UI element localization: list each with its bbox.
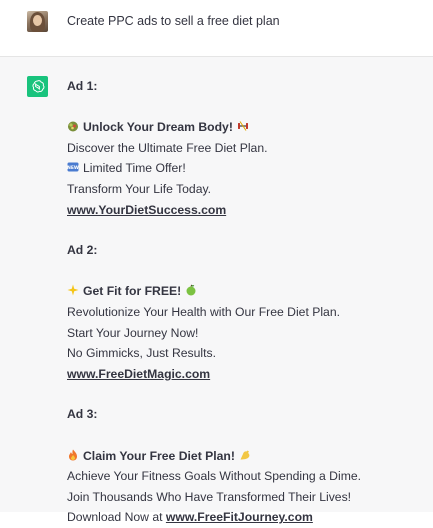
ad-1-line-1: Discover the Ultimate Free Diet Plan. [67,140,268,155]
ad-1-line-3: Transform Your Life Today. [67,181,212,196]
ad-3-link-line: Download Now at www.FreeFitJourney.com [67,510,313,525]
ad-1-link[interactable]: www.YourDietSuccess.com [67,203,226,217]
ad-1-headline: Unlock Your Dream Body! [67,117,417,138]
ad-2-line-3: No Gimmicks, Just Results. [67,346,216,361]
user-message-row: Create PPC ads to sell a free diet plan [0,0,433,57]
ad-1-line-2: NEW Limited Time Offer! [67,161,186,176]
fire-icon [69,449,77,460]
ad-2-headline: Get Fit for FREE! [67,281,417,302]
ad-2-line-1: Revolutionize Your Health with Our Free … [67,304,341,319]
ad-2-link[interactable]: www.FreeDietMagic.com [67,367,210,381]
user-message-text: Create PPC ads to sell a free diet plan [67,14,280,28]
ad-1-title: Ad 1: [67,79,98,93]
assistant-message-row: Ad 1: Unlock Your Dream Body! Discover t… [0,57,433,524]
assistant-message-content: Ad 1: Unlock Your Dream Body! Discover t… [67,76,417,528]
green-apple-icon [186,284,196,296]
dumbbell-icon [237,121,248,131]
ad-2-line-2: Start Your Journey Now! [67,325,199,340]
ad-3-headline: Claim Your Free Diet Plan! [67,446,417,467]
ad-1-link-line: www.YourDietSuccess.com [67,200,417,221]
new-badge-icon: NEW [67,162,79,172]
ad-2-title: Ad 2: [67,243,98,258]
ad-3-title: Ad 3: [67,407,98,422]
user-avatar [27,11,48,32]
ad-3-line-1: Achieve Your Fitness Goals Without Spend… [67,469,362,484]
ad-3-link[interactable]: www.FreeFitJourney.com [166,510,313,524]
ad-2-link-line: www.FreeDietMagic.com [67,364,417,385]
svg-text:NEW: NEW [67,166,79,172]
flexed-biceps-icon [240,450,250,459]
chatgpt-logo-icon [27,76,48,97]
salad-icon [68,121,78,132]
ad-3-line-2: Join Thousands Who Have Transformed Thei… [67,489,352,504]
sparkles-icon [67,284,79,296]
